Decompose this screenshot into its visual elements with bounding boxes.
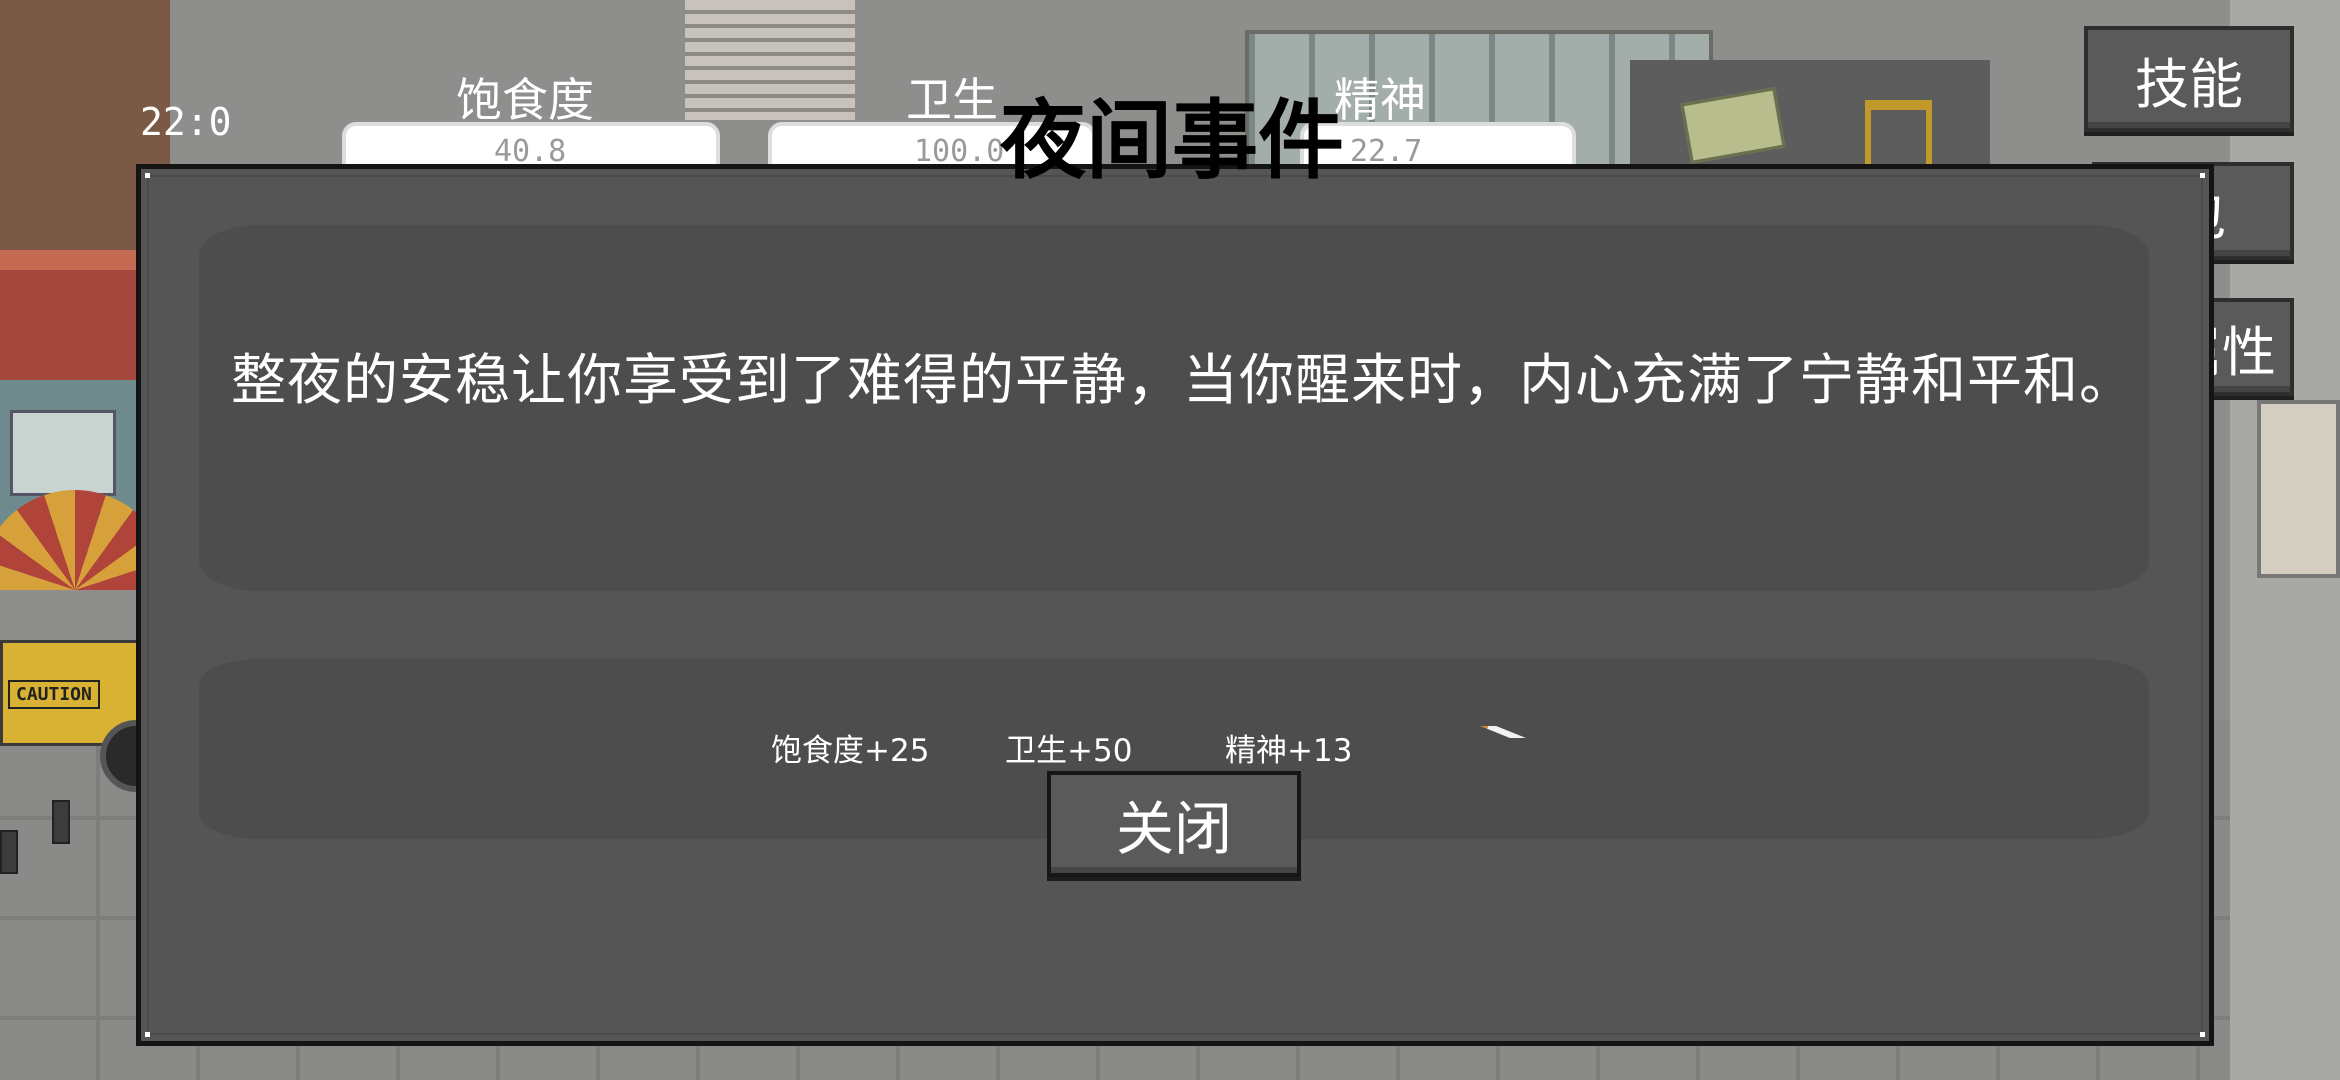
corner-dot: [2200, 1032, 2205, 1037]
game-clock: 22:0: [140, 100, 232, 144]
game-screen: CAUTION 22:0 饱食度 40.8 卫生 100.0 精神 22.7 技…: [0, 0, 2340, 1080]
vending-machine: [2257, 400, 2340, 578]
vent-unit: [685, 0, 855, 120]
corner-dot: [145, 173, 150, 178]
reward-hygiene: 卫生+50: [1005, 733, 1133, 769]
reward-hunger: 饱食度+25: [771, 733, 930, 769]
bottle-icon: [0, 830, 18, 874]
close-button[interactable]: 关闭: [1047, 771, 1301, 877]
cigarette-icon: [1474, 726, 1531, 738]
caution-sign: CAUTION: [8, 680, 100, 709]
night-event-dialog: 整夜的安稳让你享受到了难得的平静，当你醒来时，内心充满了宁静和平和。 饱食度+2…: [136, 164, 2214, 1046]
modal-title: 夜间事件: [1000, 91, 1344, 191]
event-message: 整夜的安稳让你享受到了难得的平静，当你醒来时，内心充满了宁静和平和。: [231, 348, 2136, 412]
stat-label-spirit: 精神: [1334, 73, 1426, 127]
skills-button[interactable]: 技能: [2084, 26, 2294, 132]
bottle-icon: [52, 800, 70, 844]
stat-label-hygiene: 卫生: [906, 73, 998, 127]
reward-spirit: 精神+13: [1225, 733, 1353, 769]
shop-awning: [0, 270, 150, 380]
corner-dot: [2200, 173, 2205, 178]
corner-dot: [145, 1032, 150, 1037]
notice-board: [10, 410, 116, 496]
stat-label-hunger: 饱食度: [456, 73, 594, 127]
